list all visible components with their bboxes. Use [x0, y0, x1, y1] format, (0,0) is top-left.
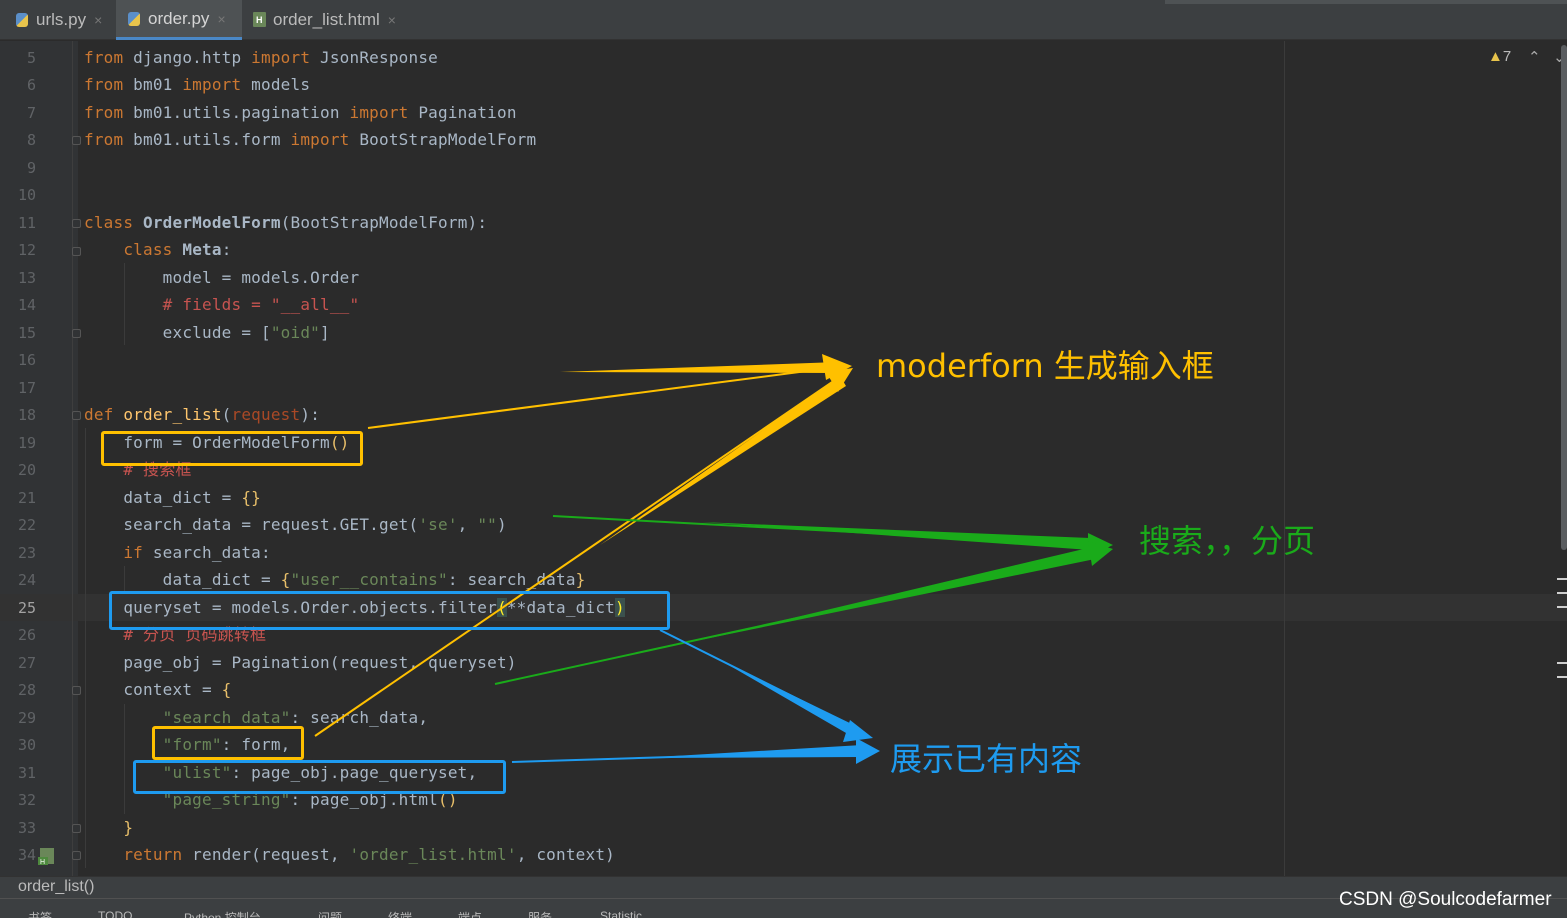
- ulist-highlight-box: [133, 760, 506, 794]
- annotation-search-pagination: 搜索，，分页: [1139, 522, 1316, 560]
- annotation-display-content: 展示已有内容: [890, 740, 1083, 778]
- tool-endpoints[interactable]: 端点: [458, 909, 482, 918]
- tool-todo[interactable]: TODO: [98, 909, 132, 918]
- tool-services[interactable]: 服务: [528, 909, 552, 918]
- tool-terminal[interactable]: 终端: [388, 909, 412, 918]
- queryset-highlight-box: [109, 591, 670, 630]
- tool-bookmarks[interactable]: 书签: [28, 909, 52, 918]
- tool-python-console[interactable]: Python 控制台: [184, 909, 261, 918]
- tool-window-bar: 书签 TODO Python 控制台 问题 终端 端点 服务 Statistic: [0, 898, 1567, 918]
- tool-problems[interactable]: 问题: [318, 909, 342, 918]
- breadcrumb-function[interactable]: order_list(): [18, 878, 94, 896]
- form-context-highlight-box: [152, 726, 304, 760]
- tool-statistic[interactable]: Statistic: [600, 909, 642, 918]
- breadcrumb[interactable]: order_list(): [0, 876, 1567, 899]
- annotation-modelform: moderforn 生成输入框: [876, 347, 1214, 385]
- form-highlight-box: [101, 431, 363, 466]
- watermark: CSDN @Soulcodefarmer: [1339, 889, 1552, 910]
